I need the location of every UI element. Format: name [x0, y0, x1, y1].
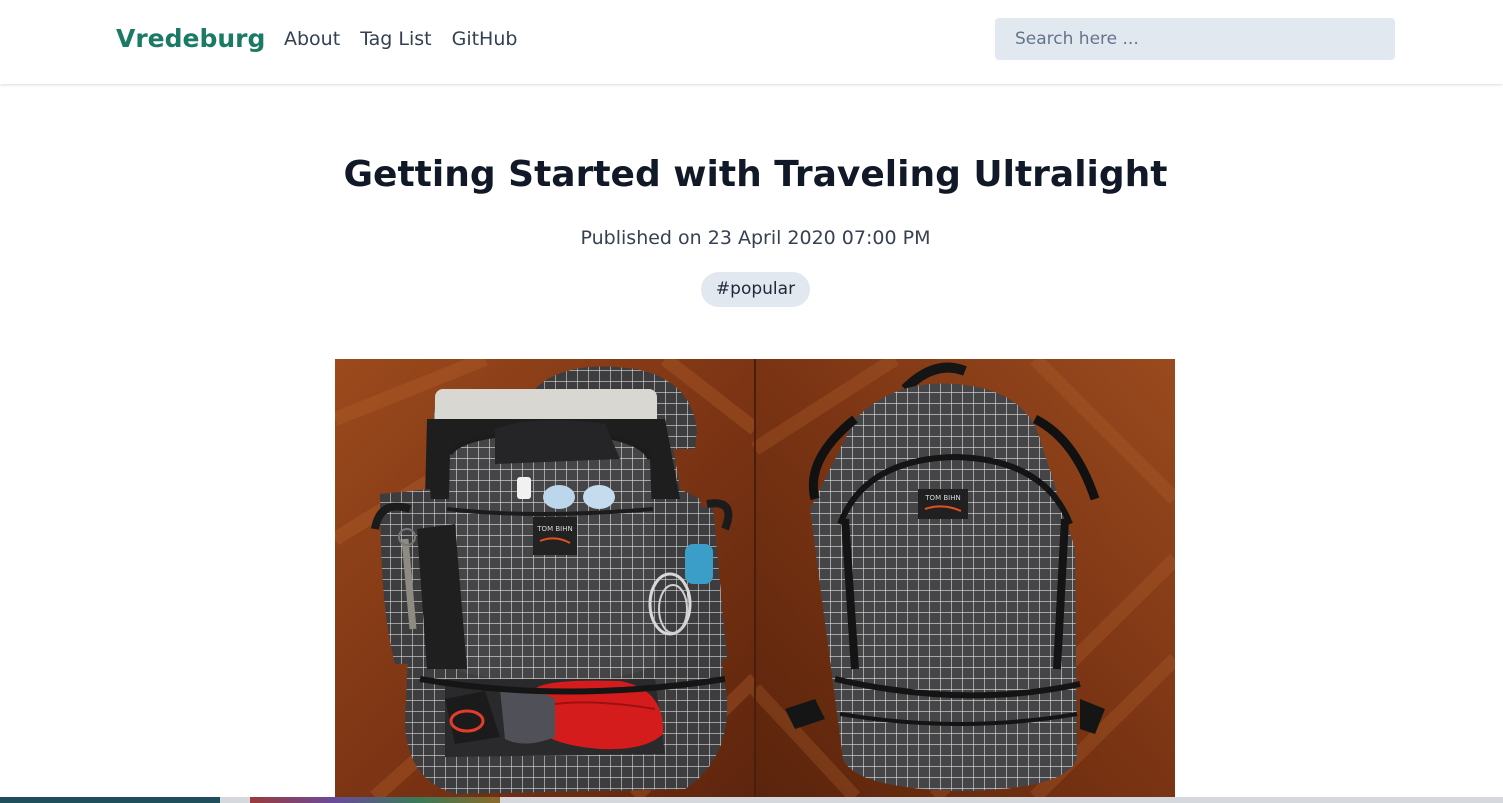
- svg-text:TOM BIHN: TOM BIHN: [536, 525, 572, 533]
- backpack-open-left: TOM BIHN: [371, 366, 733, 794]
- tag-pill-popular[interactable]: #popular: [700, 272, 811, 307]
- main-nav: About Tag List GitHub: [284, 28, 517, 50]
- top-navbar: Vredeburg About Tag List GitHub: [0, 0, 1503, 84]
- post-published-date: Published on 23 April 2020 07:00 PM: [580, 227, 931, 249]
- brand-label-left: [533, 517, 577, 555]
- svg-text:TOM BIHN: TOM BIHN: [924, 494, 960, 502]
- taskbar-start-area: [0, 797, 220, 803]
- search-input[interactable]: [995, 18, 1395, 60]
- nav-link-github[interactable]: GitHub: [452, 28, 518, 50]
- tag-list: #popular: [0, 272, 1503, 307]
- post-title: Getting Started with Traveling Ultraligh…: [343, 154, 1168, 195]
- os-taskbar: [0, 797, 1503, 803]
- brand-logo-link[interactable]: Vredeburg: [116, 24, 265, 53]
- nav-link-tag-list[interactable]: Tag List: [360, 28, 431, 50]
- nav-link-about[interactable]: About: [284, 28, 340, 50]
- backpack-photo: TOM BIHN TOM BIHN: [335, 359, 1175, 797]
- taskbar-app-strip: [250, 797, 500, 803]
- post-hero-image: TOM BIHN TOM BIHN: [335, 359, 1175, 797]
